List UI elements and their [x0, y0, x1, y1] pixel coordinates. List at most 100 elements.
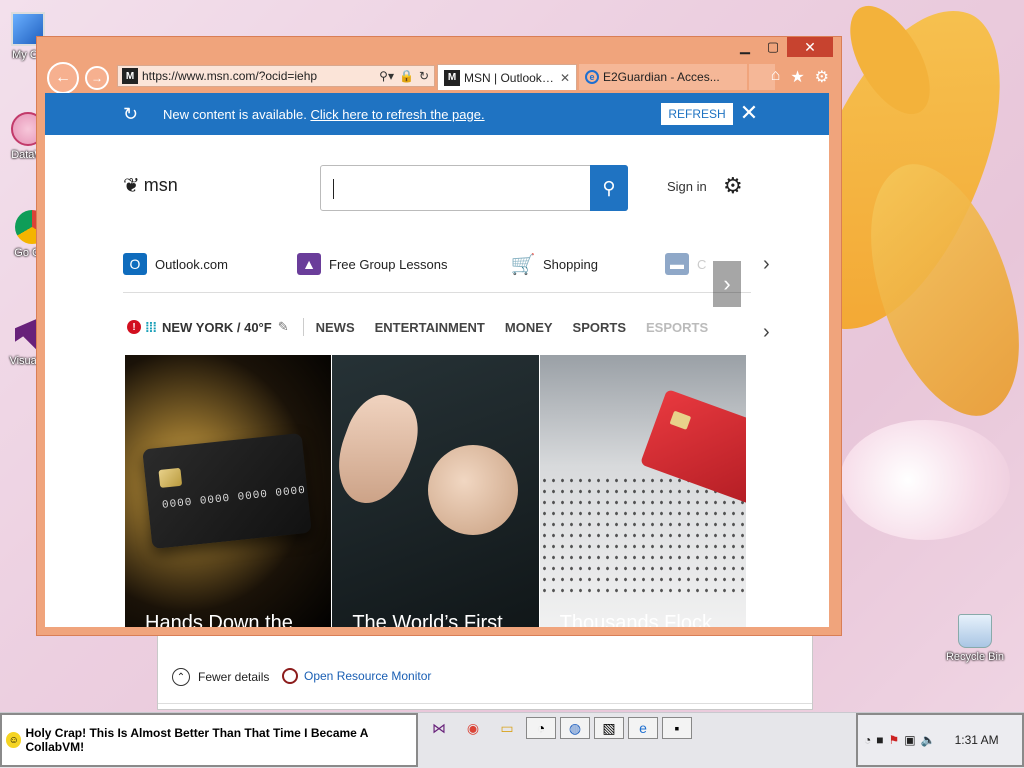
open-resource-monitor-link[interactable]: Open Resource Monitor	[282, 668, 431, 684]
nav-item-news[interactable]: NEWS	[316, 320, 355, 335]
resource-window: ⌃ Fewer details Open Resource Monitor	[157, 630, 813, 710]
notification-text: New content is available.	[163, 107, 307, 122]
weather-location[interactable]: NEW YORK / 40°F	[162, 320, 272, 335]
chrome-icon[interactable]: ◉	[458, 717, 488, 739]
chat-message-bar: ☺ Holy Crap! This Is Almost Better Than …	[0, 713, 418, 767]
fewer-details-button[interactable]: ⌃ Fewer details	[172, 668, 269, 686]
search-input[interactable]: ⚲	[320, 165, 628, 211]
refresh-button[interactable]: REFRESH	[661, 103, 733, 125]
nav-next-chevron-icon[interactable]: ›	[763, 321, 770, 344]
command-prompt-icon[interactable]: ▪	[662, 717, 692, 739]
volume-icon[interactable]: 🔈	[921, 733, 936, 747]
folder-icon[interactable]: ▭	[492, 717, 522, 739]
nav-item-entertainment[interactable]: ENTERTAINMENT	[375, 320, 485, 335]
tab-e2guardian[interactable]: e E2Guardian - Acces...	[579, 64, 747, 90]
car-icon: ▬	[665, 253, 689, 275]
network-icon[interactable]: ▣	[904, 733, 915, 747]
favorites-star-icon[interactable]: ★	[790, 67, 804, 87]
lock-icon[interactable]: 🔒	[399, 69, 414, 83]
search-button[interactable]: ⚲	[590, 165, 628, 211]
fewer-details-label: Fewer details	[198, 670, 270, 684]
tray-square-icon[interactable]: ■	[876, 733, 883, 747]
address-tools: ⚲▾ 🔒 ↻	[379, 69, 434, 83]
search-dropdown-icon[interactable]: ⚲▾	[379, 69, 394, 83]
home-icon[interactable]: ⌂	[771, 67, 781, 87]
nav-item-sports[interactable]: SPORTS	[573, 320, 626, 335]
rain-icon: ⁞⁞⁞	[145, 319, 157, 335]
desktop-icon-label: Recycle Bin	[945, 651, 1005, 663]
title-bar[interactable]: ▁ ▢ ✕	[37, 37, 841, 59]
forward-button[interactable]: →	[85, 66, 109, 90]
desktop-icon-recycle-bin[interactable]: Recycle Bin	[944, 614, 1006, 663]
wallpaper-flower	[840, 420, 1010, 540]
system-tray: ◔ ■ ⚑ ▣ 🔈 1:31 AM	[856, 713, 1024, 767]
credit-card-image: 0000 0000 0000 0000	[142, 432, 312, 550]
settings-gear-icon[interactable]: ⚙	[815, 67, 829, 87]
tab-label: E2Guardian - Acces...	[603, 70, 720, 84]
resource-monitor-icon[interactable]: ▧	[594, 717, 624, 739]
quick-link-shopping[interactable]: 🛒 Shopping	[511, 253, 598, 276]
weather-alert-icon[interactable]: !	[127, 320, 141, 334]
page-content: ↻ New content is available. Click here t…	[45, 93, 829, 627]
notification-bar: ↻ New content is available. Click here t…	[45, 93, 829, 135]
quick-links-next-chevron-icon[interactable]: ›	[763, 253, 770, 276]
search-icon: ⚲	[602, 177, 616, 198]
tab-label: MSN | Outlook, ...	[464, 70, 554, 85]
hearing-aid-image	[332, 386, 430, 514]
close-button[interactable]: ✕	[787, 37, 833, 57]
smiley-icon: ☺	[6, 732, 22, 748]
msn-butterfly-icon: ❦	[123, 175, 140, 197]
news-card-title: Hands Down the	[145, 612, 293, 627]
refresh-icon: ↻	[123, 104, 139, 124]
back-button[interactable]: ←	[47, 62, 79, 94]
tray-app-icon[interactable]: ◔	[864, 733, 871, 747]
clock[interactable]: 1:31 AM	[955, 733, 999, 747]
news-card[interactable]: Thousands Flock	[539, 355, 746, 627]
network-globe-icon[interactable]: ◍	[560, 717, 590, 739]
ie-favicon-icon: e	[585, 70, 599, 84]
news-nav: ! ⁞⁞⁞ NEW YORK / 40°F ✎ NEWS ENTERTAINME…	[127, 315, 747, 339]
hearing-aid-image	[428, 445, 519, 535]
chat-message-text: Holy Crap! This Is Almost Better Than Th…	[25, 726, 368, 754]
graduation-cap-icon: ▲	[297, 253, 321, 275]
card-number: 0000 0000 0000 0000	[161, 484, 307, 512]
tab-close-icon[interactable]: ✕	[560, 71, 570, 85]
quick-link-free-group-lessons[interactable]: ▲ Free Group Lessons	[297, 253, 448, 275]
news-card[interactable]: 0000 0000 0000 0000 Hands Down the	[125, 355, 332, 627]
msn-favicon-icon: M	[444, 69, 460, 86]
visual-studio-icon[interactable]: ⋈	[424, 717, 454, 739]
news-card[interactable]: The World’s First	[332, 355, 539, 627]
sign-in-link[interactable]: Sign in	[667, 179, 707, 194]
quick-link-cars[interactable]: ▬ C	[665, 253, 706, 275]
msn-logo-text: msn	[143, 175, 178, 195]
chevron-up-icon: ⌃	[172, 668, 190, 686]
news-card-title: The World’s First	[352, 612, 503, 627]
open-resource-monitor-label: Open Resource Monitor	[304, 669, 432, 683]
quick-link-label: Outlook.com	[155, 256, 228, 272]
card-chip	[669, 410, 691, 430]
taskbar-app-icons: ⋈ ◉ ▭ ◔ ◍ ▧ e ▪	[424, 717, 692, 739]
address-url: https://www.msn.com/?ocid=iehp	[142, 69, 318, 83]
app-window-icon[interactable]: ◔	[526, 717, 556, 739]
close-notification-icon[interactable]: ✕	[737, 100, 761, 126]
tab-msn[interactable]: M MSN | Outlook, ... ✕	[437, 64, 577, 90]
edit-pencil-icon[interactable]: ✎	[278, 319, 289, 335]
quick-link-label: Free Group Lessons	[329, 256, 448, 272]
browser-toolbar-icons: ⌂ ★ ⚙	[771, 67, 829, 87]
settings-gear-icon[interactable]: ⚙	[723, 173, 743, 199]
action-center-flag-icon[interactable]: ⚑	[889, 733, 900, 747]
maximize-button[interactable]: ▢	[759, 37, 787, 57]
address-bar[interactable]: M https://www.msn.com/?ocid=iehp ⚲▾ 🔒 ↻	[117, 65, 435, 87]
nav-item-esports[interactable]: ESPORTS	[646, 320, 708, 335]
internet-explorer-icon[interactable]: e	[628, 717, 658, 739]
nav-item-money[interactable]: MONEY	[505, 320, 553, 335]
crowd-image	[539, 475, 746, 595]
refresh-link[interactable]: Click here to refresh the page.	[310, 107, 484, 122]
card-chip	[158, 467, 183, 488]
carousel-next-chevron-icon[interactable]: ›	[713, 261, 741, 307]
minimize-button[interactable]: ▁	[731, 37, 759, 57]
refresh-icon[interactable]: ↻	[419, 69, 429, 83]
msn-logo[interactable]: ❦ msn	[123, 173, 178, 198]
carousel-prev-chevron-icon[interactable]: ‹	[127, 261, 155, 307]
msn-favicon-icon: M	[122, 68, 138, 84]
